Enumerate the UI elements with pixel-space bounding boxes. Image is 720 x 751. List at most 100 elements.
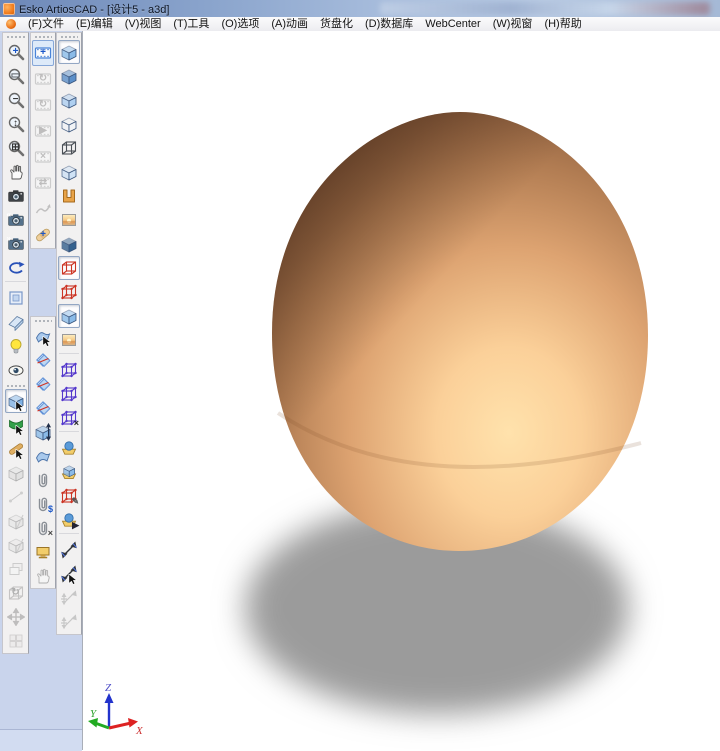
view-render-scene[interactable] bbox=[58, 208, 80, 232]
rotate-frame-y: ↻ bbox=[32, 92, 54, 118]
menu-tools[interactable]: (T)工具 bbox=[167, 17, 215, 31]
delete-nodes-tool[interactable]: × bbox=[58, 406, 80, 430]
zoom-in-tool[interactable]: + bbox=[5, 40, 27, 64]
ball-in-tray-tool[interactable] bbox=[58, 436, 80, 460]
zoom-rectangle-tool[interactable]: ▭ bbox=[5, 64, 27, 88]
gloves-tool-icon bbox=[34, 567, 52, 585]
view-mode-flat[interactable] bbox=[58, 88, 80, 112]
stretch-part-tool[interactable] bbox=[32, 420, 54, 444]
zoom-height-tool[interactable]: ↕ bbox=[5, 112, 27, 136]
snapshot-camera-tool[interactable] bbox=[5, 184, 27, 208]
titlebar-glass-reflection bbox=[380, 2, 710, 15]
menu-palletization[interactable]: 货盘化 bbox=[314, 17, 359, 31]
select-part-tool[interactable] bbox=[5, 389, 27, 413]
zoom-height-tool-icon bbox=[7, 115, 25, 133]
worktable-tool-icon bbox=[34, 543, 52, 561]
show-solid-blue[interactable] bbox=[58, 304, 80, 328]
surface-toolbar: $× bbox=[30, 316, 56, 589]
measure-select-tool[interactable] bbox=[58, 562, 80, 586]
attach-file-tool-icon bbox=[34, 471, 52, 489]
view-render-scene-2[interactable] bbox=[58, 328, 80, 352]
view-angle-eye-tool[interactable] bbox=[5, 358, 27, 382]
rotate-design-tool: ↻ bbox=[5, 581, 27, 605]
cube-on-tray-tool-icon bbox=[60, 463, 78, 481]
attach-cost-tool[interactable]: $ bbox=[32, 492, 54, 516]
scale-to-fit-tool[interactable]: ⊞ bbox=[5, 136, 27, 160]
view-mode-hidden-line[interactable] bbox=[58, 112, 80, 136]
detach-file-tool[interactable]: × bbox=[32, 516, 54, 540]
viewport-3d[interactable]: Z Y X bbox=[82, 31, 720, 750]
menu-edit[interactable]: (E)编辑 bbox=[70, 17, 119, 31]
add-patch-tool[interactable]: + bbox=[32, 222, 54, 248]
view-transparency[interactable] bbox=[58, 232, 80, 256]
previous-view-camera-icon bbox=[7, 211, 25, 229]
menu-window[interactable]: (W)视窗 bbox=[487, 17, 539, 31]
move-point-to-point-tool bbox=[5, 509, 27, 533]
worktable-tool[interactable] bbox=[32, 540, 54, 564]
view-mode-shaded[interactable] bbox=[58, 64, 80, 88]
view-mode-solid[interactable] bbox=[58, 40, 80, 64]
attach-file-tool[interactable] bbox=[32, 468, 54, 492]
move-design-tool bbox=[5, 461, 27, 485]
edit-red-cage-tool[interactable]: ✎ bbox=[58, 484, 80, 508]
cross-break-x-tool[interactable] bbox=[32, 372, 54, 396]
toolbar-grip[interactable] bbox=[34, 34, 52, 39]
show-red-nodes[interactable] bbox=[58, 280, 80, 304]
select-part-tool-icon bbox=[7, 392, 25, 410]
edit-cage-tool[interactable] bbox=[58, 382, 80, 406]
bend-surface-tool[interactable] bbox=[32, 444, 54, 468]
view-mode-cutaway[interactable] bbox=[58, 160, 80, 184]
view-mode-wireframe[interactable] bbox=[58, 136, 80, 160]
menu-bar: (F)文件(E)编辑(V)视图(T)工具(O)选项(A)动画货盘化(D)数据库W… bbox=[0, 17, 720, 32]
toolbar-grip[interactable] bbox=[60, 34, 78, 39]
show-red-nodes-icon bbox=[60, 283, 78, 301]
tear-patch-select-tool[interactable] bbox=[32, 324, 54, 348]
document-icon[interactable] bbox=[6, 19, 16, 29]
move-point-to-point-tool-icon bbox=[7, 512, 25, 530]
view-mode-shaded-icon bbox=[60, 67, 78, 85]
rotate-frame-x: ↻ bbox=[32, 66, 54, 92]
view-counter[interactable] bbox=[58, 184, 80, 208]
menu-view[interactable]: (V)视图 bbox=[119, 17, 168, 31]
delete-frame-icon bbox=[34, 148, 52, 166]
play-tray-animation[interactable]: ▶ bbox=[58, 508, 80, 532]
edit-nodes-tool[interactable] bbox=[58, 358, 80, 382]
render-scene: Z Y X bbox=[83, 31, 720, 750]
menu-webcenter[interactable]: WebCenter bbox=[419, 17, 486, 31]
axis-y-label: Y bbox=[90, 708, 98, 720]
title-bar[interactable]: Esko ArtiosCAD - [设计5 - a3d] bbox=[0, 0, 720, 17]
measure-distance-tool[interactable] bbox=[58, 538, 80, 562]
cross-break-y-tool[interactable] bbox=[32, 396, 54, 420]
undo-view-rotation[interactable] bbox=[5, 256, 27, 280]
menu-options[interactable]: (O)选项 bbox=[215, 17, 265, 31]
toolbar-grip[interactable] bbox=[6, 383, 25, 388]
play-tray-animation-icon bbox=[60, 511, 78, 529]
toolbar-separator bbox=[59, 533, 79, 537]
menu-file[interactable]: (F)文件 bbox=[22, 17, 70, 31]
zoom-out-tool[interactable]: − bbox=[5, 88, 27, 112]
add-animation-frame[interactable]: + bbox=[32, 40, 54, 66]
display-toolbar: × ✎▶ bbox=[56, 32, 82, 635]
edit-nodes-tool-icon bbox=[60, 361, 78, 379]
border-frame-tool[interactable] bbox=[5, 286, 27, 310]
perspective-tool[interactable] bbox=[5, 310, 27, 334]
select-ribbon-tool[interactable] bbox=[5, 413, 27, 437]
menu-animation[interactable]: (A)动画 bbox=[265, 17, 314, 31]
fold-angle-tool[interactable] bbox=[32, 348, 54, 372]
menu-help[interactable]: (H)帮助 bbox=[538, 17, 587, 31]
select-stick-tool[interactable] bbox=[5, 437, 27, 461]
light-source-tool[interactable] bbox=[5, 334, 27, 358]
toolbar-grip[interactable] bbox=[34, 318, 52, 323]
cube-on-tray-tool[interactable] bbox=[58, 460, 80, 484]
pan-tool[interactable] bbox=[5, 160, 27, 184]
menu-database[interactable]: (D)数据库 bbox=[359, 17, 419, 31]
egg-model[interactable] bbox=[272, 112, 648, 551]
next-view-camera[interactable]: » bbox=[5, 232, 27, 256]
toolbar-grip[interactable] bbox=[6, 34, 25, 39]
show-red-wireframe[interactable] bbox=[58, 256, 80, 280]
show-red-wireframe-icon bbox=[60, 259, 78, 277]
dock-divider bbox=[0, 729, 82, 751]
previous-view-camera[interactable]: « bbox=[5, 208, 27, 232]
reorder-frames: ⇄ bbox=[32, 170, 54, 196]
show-solid-blue-icon bbox=[60, 307, 78, 325]
